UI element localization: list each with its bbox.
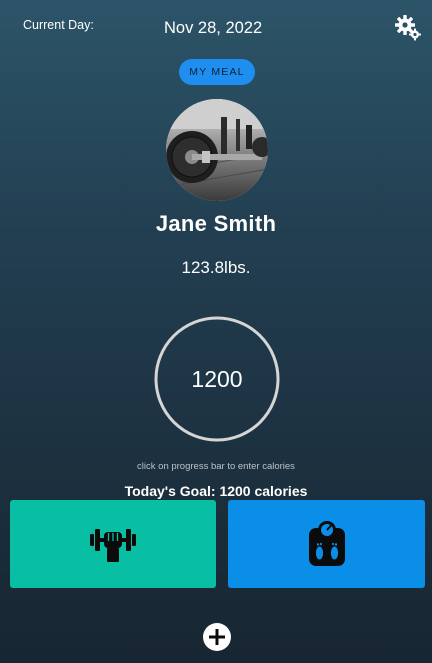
weight-tile[interactable]: [228, 500, 425, 588]
workout-tile[interactable]: [10, 500, 216, 588]
daily-goal: Today's Goal: 1200 calories: [124, 483, 308, 499]
user-weight: 123.8lbs.: [181, 258, 251, 277]
plus-circle-icon[interactable]: [202, 622, 232, 652]
avatar: [166, 99, 268, 201]
calorie-value[interactable]: 1200: [154, 316, 280, 442]
gear-icon[interactable]: [393, 13, 423, 43]
user-name: Jane Smith: [155, 211, 277, 236]
bathroom-scale-icon: [308, 521, 345, 566]
current-date: Nov 28, 2022: [164, 19, 263, 37]
progress-hint: click on progress bar to enter calories: [137, 461, 295, 472]
current-day-label: Current Day:: [23, 18, 94, 32]
barbell-photo: [166, 99, 268, 201]
my-meal-button[interactable]: MY MEAL: [179, 59, 255, 85]
dumbbell-fist-icon: [90, 529, 136, 562]
